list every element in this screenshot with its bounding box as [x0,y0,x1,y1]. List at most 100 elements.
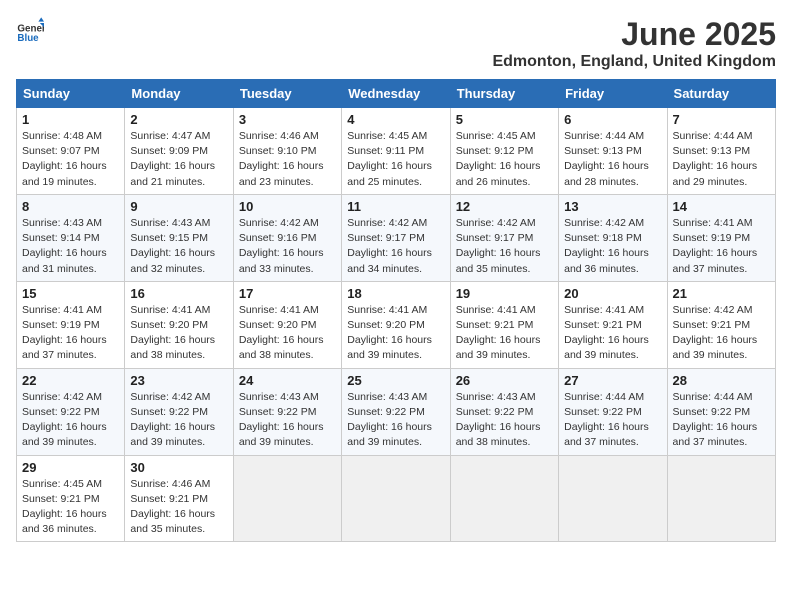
calendar-cell: 30Sunrise: 4:46 AMSunset: 9:21 PMDayligh… [125,455,233,542]
day-number: 24 [239,373,336,388]
day-info: Sunrise: 4:41 AMSunset: 9:21 PMDaylight:… [456,304,541,362]
calendar-cell: 4 Sunrise: 4:45 AMSunset: 9:11 PMDaylight… [342,108,450,195]
col-sunday: Sunday [17,80,125,108]
day-number: 20 [564,286,661,301]
day-info: Sunrise: 4:42 AMSunset: 9:22 PMDaylight:… [130,391,215,449]
day-number: 7 [673,112,770,127]
day-number: 3 [239,112,336,127]
calendar-week-4: 22 Sunrise: 4:42 AMSunset: 9:22 PMDayligh… [17,368,776,455]
calendar-week-1: 1Sunrise: 4:48 AMSunset: 9:07 PMDaylight… [17,108,776,195]
svg-text:Blue: Blue [17,33,39,44]
col-thursday: Thursday [450,80,558,108]
day-info: Sunrise: 4:43 AMSunset: 9:14 PMDaylight:… [22,217,107,275]
day-number: 10 [239,199,336,214]
day-info: Sunrise: 4:42 AMSunset: 9:17 PMDaylight:… [456,217,541,275]
calendar-cell: 23 Sunrise: 4:42 AMSunset: 9:22 PMDayligh… [125,368,233,455]
calendar-week-2: 8 Sunrise: 4:43 AMSunset: 9:14 PMDaylight… [17,194,776,281]
calendar-cell: 9Sunrise: 4:43 AMSunset: 9:15 PMDaylight… [125,194,233,281]
day-info: Sunrise: 4:48 AMSunset: 9:07 PMDaylight:… [22,130,107,188]
subtitle: Edmonton, England, United Kingdom [492,53,776,71]
day-info: Sunrise: 4:45 AMSunset: 9:11 PMDaylight:… [347,130,432,188]
calendar-cell: 28 Sunrise: 4:44 AMSunset: 9:22 PMDayligh… [667,368,775,455]
day-info: Sunrise: 4:43 AMSunset: 9:22 PMDaylight:… [347,391,432,449]
day-info: Sunrise: 4:44 AMSunset: 9:13 PMDaylight:… [673,130,758,188]
calendar-cell: 1Sunrise: 4:48 AMSunset: 9:07 PMDaylight… [17,108,125,195]
day-info: Sunrise: 4:41 AMSunset: 9:20 PMDaylight:… [239,304,324,362]
day-info: Sunrise: 4:45 AMSunset: 9:21 PMDaylight:… [22,478,107,536]
title-block: June 2025 Edmonton, England, United King… [492,16,776,71]
calendar-body: 1Sunrise: 4:48 AMSunset: 9:07 PMDaylight… [17,108,776,542]
calendar-cell: 26 Sunrise: 4:43 AMSunset: 9:22 PMDayligh… [450,368,558,455]
logo: General Blue [16,16,44,44]
day-number: 8 [22,199,119,214]
calendar-cell [450,455,558,542]
calendar-cell: 14 Sunrise: 4:41 AMSunset: 9:19 PMDayligh… [667,194,775,281]
calendar-cell: 21 Sunrise: 4:42 AMSunset: 9:21 PMDayligh… [667,281,775,368]
col-monday: Monday [125,80,233,108]
day-number: 26 [456,373,553,388]
day-info: Sunrise: 4:45 AMSunset: 9:12 PMDaylight:… [456,130,541,188]
calendar-cell: 8 Sunrise: 4:43 AMSunset: 9:14 PMDaylight… [17,194,125,281]
day-info: Sunrise: 4:44 AMSunset: 9:22 PMDaylight:… [673,391,758,449]
calendar-cell [342,455,450,542]
calendar-cell: 25 Sunrise: 4:43 AMSunset: 9:22 PMDayligh… [342,368,450,455]
day-info: Sunrise: 4:43 AMSunset: 9:22 PMDaylight:… [456,391,541,449]
calendar-cell: 24 Sunrise: 4:43 AMSunset: 9:22 PMDayligh… [233,368,341,455]
calendar-cell: 2 Sunrise: 4:47 AMSunset: 9:09 PMDaylight… [125,108,233,195]
day-number: 11 [347,199,444,214]
calendar-cell: 18Sunrise: 4:41 AMSunset: 9:20 PMDayligh… [342,281,450,368]
calendar-cell: 11Sunrise: 4:42 AMSunset: 9:17 PMDayligh… [342,194,450,281]
day-number: 21 [673,286,770,301]
calendar-cell: 5Sunrise: 4:45 AMSunset: 9:12 PMDaylight… [450,108,558,195]
day-info: Sunrise: 4:47 AMSunset: 9:09 PMDaylight:… [130,130,215,188]
day-number: 19 [456,286,553,301]
day-info: Sunrise: 4:41 AMSunset: 9:20 PMDaylight:… [347,304,432,362]
col-tuesday: Tuesday [233,80,341,108]
calendar-cell [233,455,341,542]
day-info: Sunrise: 4:41 AMSunset: 9:19 PMDaylight:… [673,217,758,275]
day-number: 6 [564,112,661,127]
day-number: 23 [130,373,227,388]
header-row: Sunday Monday Tuesday Wednesday Thursday… [17,80,776,108]
calendar-cell: 29 Sunrise: 4:45 AMSunset: 9:21 PMDayligh… [17,455,125,542]
calendar-cell: 27 Sunrise: 4:44 AMSunset: 9:22 PMDayligh… [559,368,667,455]
calendar-week-3: 15 Sunrise: 4:41 AMSunset: 9:19 PMDayligh… [17,281,776,368]
col-saturday: Saturday [667,80,775,108]
day-info: Sunrise: 4:42 AMSunset: 9:16 PMDaylight:… [239,217,324,275]
main-title: June 2025 [492,16,776,53]
day-info: Sunrise: 4:46 AMSunset: 9:10 PMDaylight:… [239,130,324,188]
calendar-cell: 10 Sunrise: 4:42 AMSunset: 9:16 PMDayligh… [233,194,341,281]
day-number: 14 [673,199,770,214]
day-number: 16 [130,286,227,301]
calendar-cell: 16Sunrise: 4:41 AMSunset: 9:20 PMDayligh… [125,281,233,368]
day-number: 2 [130,112,227,127]
calendar-cell: 13Sunrise: 4:42 AMSunset: 9:18 PMDayligh… [559,194,667,281]
day-number: 12 [456,199,553,214]
calendar-cell [559,455,667,542]
day-number: 22 [22,373,119,388]
day-number: 28 [673,373,770,388]
calendar-cell [667,455,775,542]
day-number: 15 [22,286,119,301]
day-number: 30 [130,460,227,475]
calendar-header: Sunday Monday Tuesday Wednesday Thursday… [17,80,776,108]
day-number: 17 [239,286,336,301]
day-number: 25 [347,373,444,388]
day-info: Sunrise: 4:42 AMSunset: 9:18 PMDaylight:… [564,217,649,275]
day-info: Sunrise: 4:44 AMSunset: 9:13 PMDaylight:… [564,130,649,188]
calendar-table: Sunday Monday Tuesday Wednesday Thursday… [16,79,776,542]
calendar-cell: 12 Sunrise: 4:42 AMSunset: 9:17 PMDayligh… [450,194,558,281]
col-friday: Friday [559,80,667,108]
logo-icon: General Blue [16,16,44,44]
calendar-cell: 22Sunrise: 4:42 AMSunset: 9:22 PMDayligh… [17,368,125,455]
day-number: 4 [347,112,444,127]
day-info: Sunrise: 4:41 AMSunset: 9:19 PMDaylight:… [22,304,107,362]
day-number: 29 [22,460,119,475]
day-number: 27 [564,373,661,388]
day-info: Sunrise: 4:42 AMSunset: 9:21 PMDaylight:… [673,304,758,362]
calendar-week-5: 29 Sunrise: 4:45 AMSunset: 9:21 PMDayligh… [17,455,776,542]
calendar-cell: 19 Sunrise: 4:41 AMSunset: 9:21 PMDayligh… [450,281,558,368]
day-info: Sunrise: 4:44 AMSunset: 9:22 PMDaylight:… [564,391,649,449]
calendar-cell: 7 Sunrise: 4:44 AMSunset: 9:13 PMDaylight… [667,108,775,195]
day-info: Sunrise: 4:43 AMSunset: 9:22 PMDaylight:… [239,391,324,449]
